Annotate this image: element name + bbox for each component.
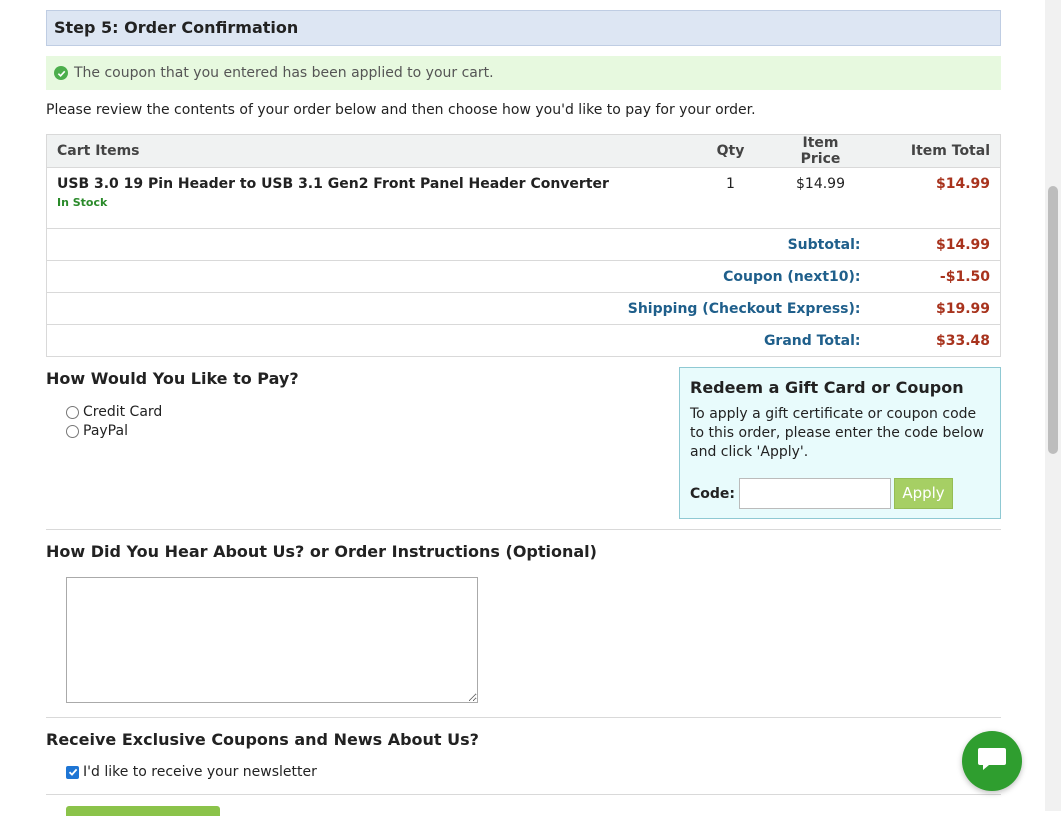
- newsletter-checkbox[interactable]: [66, 765, 79, 779]
- shipping-label: Shipping (Checkout Express):: [46, 292, 871, 325]
- grand-total-label: Grand Total:: [46, 324, 871, 357]
- cart-table: Cart Items Qty Item Price Item Total USB…: [46, 134, 1001, 357]
- coupon-value: -$1.50: [870, 260, 1001, 293]
- item-total: $14.99: [870, 167, 1001, 229]
- gift-title: Redeem a Gift Card or Coupon: [690, 378, 964, 397]
- chat-bubble-icon: [977, 746, 1007, 776]
- item-price: $14.99: [770, 167, 871, 229]
- subtotal-row: Subtotal: $14.99: [46, 228, 1001, 261]
- item-name: USB 3.0 19 Pin Header to USB 3.1 Gen2 Fr…: [57, 176, 609, 192]
- paypal-label: PayPal: [83, 423, 128, 439]
- code-label: Code:: [690, 485, 736, 502]
- credit-card-label: Credit Card: [83, 404, 163, 420]
- shipping-value: $19.99: [870, 292, 1001, 325]
- chat-button[interactable]: [962, 731, 1022, 791]
- apply-button[interactable]: Apply: [894, 478, 954, 509]
- check-circle-icon: [54, 66, 68, 80]
- subtotal-label: Subtotal:: [46, 228, 871, 261]
- coupon-notice: The coupon that you entered has been app…: [46, 56, 1001, 90]
- divider: [46, 529, 1001, 530]
- table-row: USB 3.0 19 Pin Header to USB 3.1 Gen2 Fr…: [46, 167, 1001, 229]
- newsletter-option[interactable]: I'd like to receive your newsletter: [66, 764, 1001, 780]
- grand-total-row: Grand Total: $33.48: [46, 324, 1001, 357]
- coupon-code-input[interactable]: [739, 478, 892, 509]
- payment-option-paypal[interactable]: PayPal: [66, 423, 128, 439]
- hear-about-title: How Did You Hear About Us? or Order Inst…: [46, 542, 597, 561]
- col-item-price: Item Price: [770, 134, 871, 168]
- step-header: Step 5: Order Confirmation: [46, 10, 1001, 46]
- grand-total-value: $33.48: [870, 324, 1001, 357]
- coupon-label: Coupon (next10):: [46, 260, 871, 293]
- newsletter-checkbox-label: I'd like to receive your newsletter: [83, 764, 317, 780]
- radio-paypal[interactable]: [66, 424, 79, 438]
- payment-option-credit-card[interactable]: Credit Card: [66, 404, 162, 420]
- notice-text: The coupon that you entered has been app…: [74, 65, 494, 81]
- scrollbar-thumb[interactable]: [1048, 186, 1058, 454]
- col-qty: Qty: [690, 134, 771, 168]
- newsletter-title: Receive Exclusive Coupons and News About…: [46, 730, 479, 749]
- payment-section: How Would You Like to Pay? Credit Card P…: [46, 357, 1001, 529]
- coupon-row: Coupon (next10): -$1.50: [46, 260, 1001, 293]
- shipping-row: Shipping (Checkout Express): $19.99: [46, 292, 1001, 325]
- checkout-content: Step 5: Order Confirmation The coupon th…: [46, 10, 1001, 795]
- radio-credit-card[interactable]: [66, 405, 79, 419]
- order-instructions-textarea[interactable]: [66, 577, 478, 703]
- col-cart-items: Cart Items: [46, 134, 691, 168]
- coupon-code-row: Code: Apply: [690, 478, 954, 509]
- divider: [46, 794, 1001, 795]
- stock-status: In Stock: [57, 196, 108, 209]
- item-qty: 1: [690, 167, 771, 229]
- review-intro: Please review the contents of your order…: [46, 102, 756, 118]
- gift-card-box: Redeem a Gift Card or Coupon To apply a …: [679, 367, 1001, 519]
- gift-instructions: To apply a gift certificate or coupon co…: [690, 406, 984, 460]
- subtotal-value: $14.99: [870, 228, 1001, 261]
- continue-button[interactable]: [66, 806, 220, 816]
- col-item-total: Item Total: [870, 134, 1001, 168]
- divider: [46, 717, 1001, 718]
- payment-title: How Would You Like to Pay?: [46, 369, 299, 388]
